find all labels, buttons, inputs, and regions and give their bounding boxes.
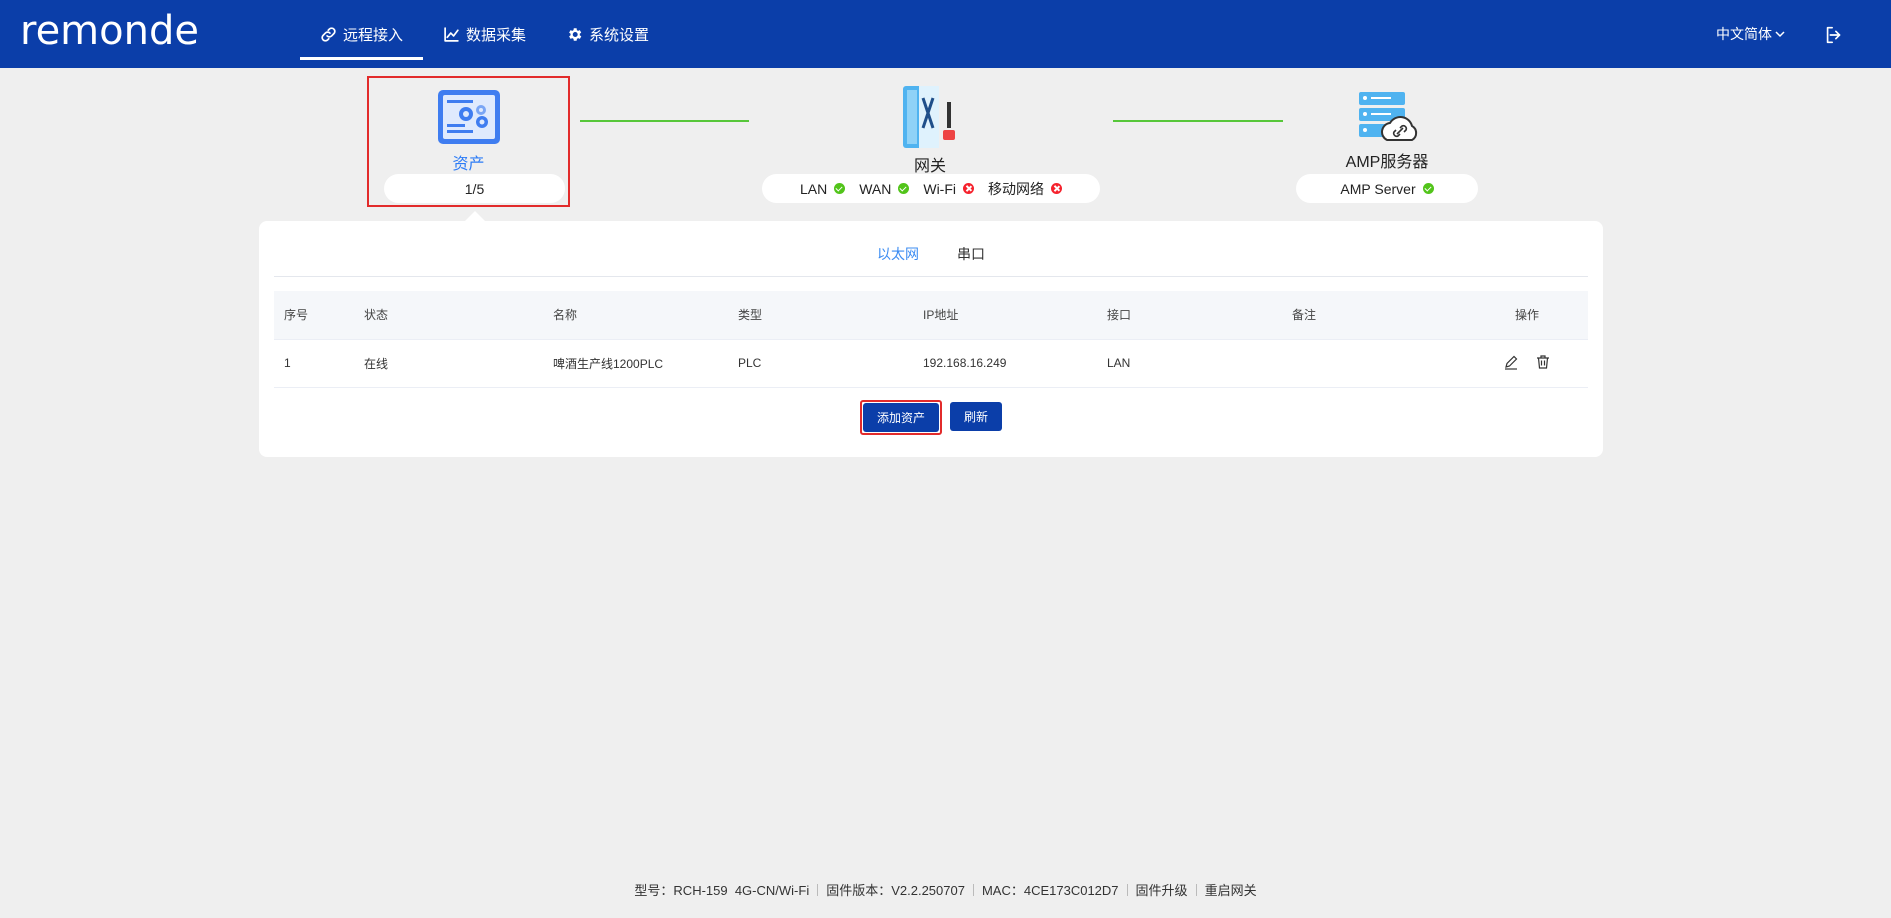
footer-model: 型号：RCH-159 4G-CN/Wi-Fi (634, 883, 810, 898)
col-header-name: 名称 (543, 291, 728, 340)
refresh-button[interactable]: 刷新 (950, 402, 1003, 431)
col-header-port: 接口 (1097, 291, 1282, 340)
gateway-label: 网关 (913, 158, 946, 175)
col-header-index: 序号 (274, 291, 354, 340)
footer-divider (1126, 884, 1128, 896)
interface-tabs: 以太网 串口 (274, 241, 1588, 277)
footer-divider (1195, 884, 1197, 896)
error-status-icon (1051, 183, 1063, 194)
cell-type: PLC (728, 339, 913, 388)
footer-mac: MAC：4CE173C012D7 (981, 883, 1119, 898)
chart-icon (444, 26, 459, 42)
language-select[interactable]: 中文简体 (1716, 24, 1786, 44)
table-actions: 添加资产 刷新 (259, 400, 1603, 435)
chevron-down-icon (1775, 31, 1785, 38)
cell-name: 啤酒生产线1200PLC (543, 339, 728, 388)
add-asset-button[interactable]: 添加资产 (862, 403, 939, 432)
nav-data-collection-label: 数据采集 (466, 26, 527, 44)
brand-logo[interactable]: remonde (20, 8, 199, 54)
ok-status-icon (1422, 183, 1434, 194)
server-node[interactable]: AMP服务器 (1330, 90, 1444, 172)
server-label: AMP服务器 (1345, 154, 1429, 171)
cell-index: 1 (274, 339, 354, 388)
col-header-actions: 操作 (1466, 291, 1588, 340)
footer: 型号：RCH-159 4G-CN/Wi-Fi 固件版本：V2.2.250707 MA… (0, 880, 1891, 899)
col-header-ip: IP地址 (913, 291, 1097, 340)
col-header-note: 备注 (1282, 291, 1466, 340)
trash-icon[interactable] (1535, 354, 1551, 370)
main-nav: 远程接入 数据采集 系统设置 (300, 0, 669, 68)
asset-count: 1/5 (464, 180, 485, 197)
ok-status-icon (834, 183, 846, 194)
footer-divider (817, 884, 819, 896)
col-header-status: 状态 (354, 291, 543, 340)
cloud-server-icon (1359, 92, 1418, 141)
asset-icon (437, 90, 500, 144)
port-mobile-label: 移动网络 (988, 180, 1045, 197)
asset-table: 序号 状态 名称 类型 IP地址 接口 备注 操作 1 在线 啤酒生产线1200… (274, 291, 1588, 388)
error-status-icon (963, 183, 975, 194)
port-lan-label: LAN (799, 180, 828, 197)
gateway-icon (903, 86, 955, 148)
footer-firmware: 固件版本：V2.2.250707 (826, 883, 965, 898)
edit-icon[interactable] (1503, 354, 1519, 370)
nav-data-collection[interactable]: 数据采集 (423, 0, 546, 68)
reboot-gateway-link[interactable]: 重启网关 (1205, 883, 1257, 898)
cell-note (1282, 339, 1466, 388)
asset-gateway-link (580, 120, 749, 122)
port-wifi-label: Wi-Fi (923, 180, 957, 197)
server-status-pill: AMP Server (1296, 174, 1478, 203)
table-header-row: 序号 状态 名称 类型 IP地址 接口 备注 操作 (274, 291, 1588, 340)
link-icon (321, 26, 336, 42)
nav-remote-access[interactable]: 远程接入 (300, 0, 424, 68)
gateway-server-link (1113, 120, 1283, 122)
asset-panel: 以太网 串口 序号 状态 名称 类型 IP地址 接口 备注 操作 1 在线 啤酒… (259, 221, 1603, 457)
port-wan-label: WAN (859, 180, 892, 197)
cell-ip: 192.168.16.249 (913, 339, 1097, 388)
cell-status: 在线 (354, 339, 543, 388)
tab-serial[interactable]: 串口 (957, 241, 985, 271)
cell-port: LAN (1097, 339, 1282, 388)
top-navbar: remonde 远程接入 数据采集 系统设置 中文简体 (0, 0, 1891, 68)
server-status-label: AMP Server (1340, 180, 1416, 197)
add-asset-highlight: 添加资产 (859, 400, 942, 435)
ok-status-icon (898, 183, 910, 194)
nav-system-settings[interactable]: 系统设置 (546, 0, 669, 68)
nav-system-settings-label: 系统设置 (589, 26, 650, 44)
footer-divider (972, 884, 974, 896)
nav-remote-access-label: 远程接入 (343, 26, 404, 44)
logout-icon[interactable] (1823, 24, 1845, 46)
col-header-type: 类型 (728, 291, 913, 340)
tab-ethernet[interactable]: 以太网 (877, 241, 919, 271)
gear-icon (569, 27, 582, 41)
firmware-upgrade-link[interactable]: 固件升级 (1136, 883, 1188, 898)
cell-actions (1466, 339, 1588, 388)
table-row: 1 在线 啤酒生产线1200PLC PLC 192.168.16.249 LAN (274, 339, 1588, 388)
gateway-node[interactable]: 网关 (880, 84, 980, 176)
asset-count-pill: 1/5 (384, 174, 565, 203)
language-label: 中文简体 (1716, 26, 1772, 42)
gateway-ports-pill: LAN WAN Wi-Fi 移动网络 (762, 174, 1100, 203)
brand-logo-text: remonde (20, 8, 199, 54)
asset-label: 资产 (452, 156, 485, 173)
